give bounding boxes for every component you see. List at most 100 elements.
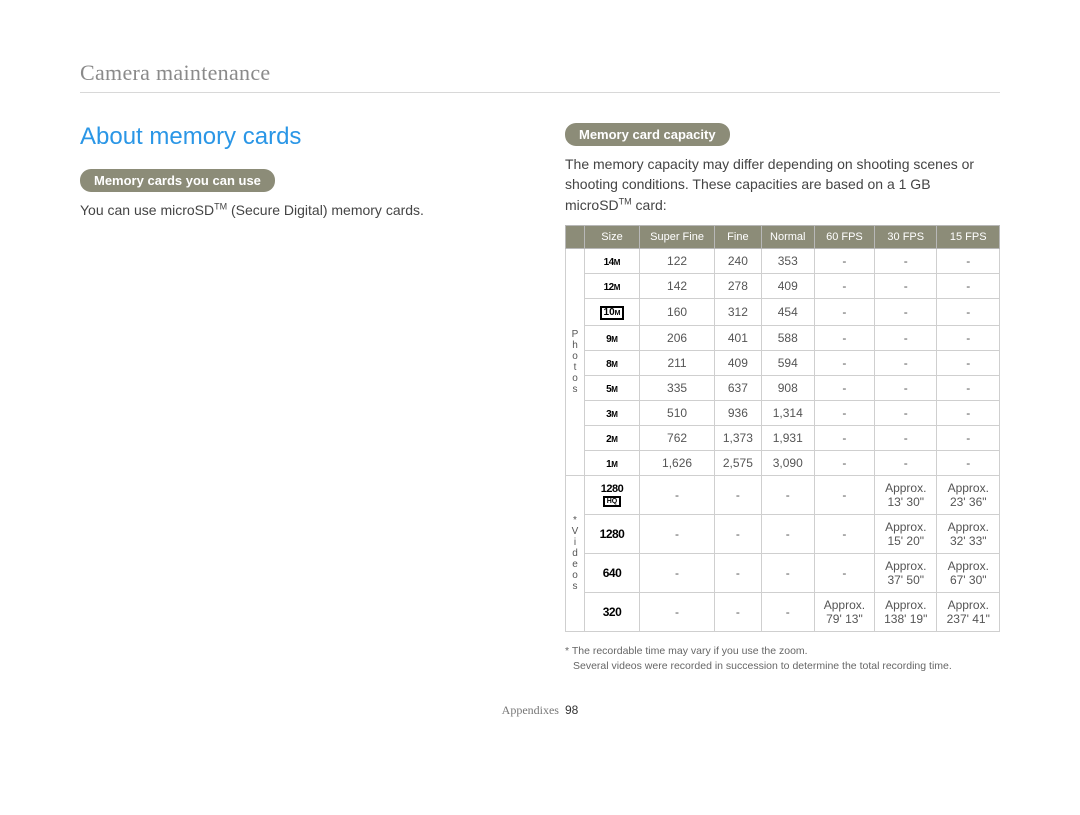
cell: 1,373 — [715, 425, 762, 450]
cell: - — [640, 475, 715, 514]
cell: - — [937, 450, 1000, 475]
table-row: 5M335637908--- — [566, 375, 1000, 400]
cell: - — [761, 514, 814, 553]
cell: - — [875, 400, 937, 425]
section-pill-usable-cards: Memory cards you can use — [80, 169, 275, 192]
cell: - — [814, 350, 874, 375]
table-row: 12M142278409--- — [566, 273, 1000, 298]
usable-cards-body: You can use microSDTM (Secure Digital) m… — [80, 200, 515, 220]
cell: 637 — [715, 375, 762, 400]
size-icon: 8M — [585, 350, 640, 375]
footnote-line: Several videos were recorded in successi… — [565, 659, 1000, 674]
cell: - — [937, 298, 1000, 325]
size-icon: 640 — [585, 553, 640, 592]
cell: - — [640, 592, 715, 631]
cell: - — [937, 273, 1000, 298]
table-row: 320---Approx.79' 13"Approx.138' 19"Appro… — [566, 592, 1000, 631]
table-header: Size Super Fine Fine Normal 60 FPS 30 FP… — [566, 225, 1000, 248]
cell: 142 — [640, 273, 715, 298]
text: You can use microSD — [80, 202, 214, 218]
cell: - — [937, 375, 1000, 400]
cell: - — [875, 425, 937, 450]
cell: - — [814, 273, 874, 298]
trademark-icon: TM — [214, 201, 227, 211]
table-row: 1M1,6262,5753,090--- — [566, 450, 1000, 475]
table-row: 10M160312454--- — [566, 298, 1000, 325]
photos-label: Photos — [566, 248, 585, 475]
table-row: Photos14M122240353--- — [566, 248, 1000, 273]
cell: - — [937, 325, 1000, 350]
cell: 312 — [715, 298, 762, 325]
cell: - — [715, 475, 762, 514]
col-60fps: 60 FPS — [814, 225, 874, 248]
size-icon: 1280HQ — [585, 475, 640, 514]
cell: - — [875, 375, 937, 400]
cell: Approx.79' 13" — [814, 592, 874, 631]
cell: Approx.23' 36" — [937, 475, 1000, 514]
cell: - — [814, 325, 874, 350]
size-icon: 2M — [585, 425, 640, 450]
cell: 1,314 — [761, 400, 814, 425]
cell: - — [875, 273, 937, 298]
page-title: About memory cards — [80, 123, 515, 151]
cell: - — [761, 553, 814, 592]
cell: - — [715, 514, 762, 553]
cell: 122 — [640, 248, 715, 273]
cell: - — [875, 248, 937, 273]
table-row: 3M5109361,314--- — [566, 400, 1000, 425]
cell: Approx.37' 50" — [875, 553, 937, 592]
col-normal: Normal — [761, 225, 814, 248]
cell: 206 — [640, 325, 715, 350]
cell: Approx.13' 30" — [875, 475, 937, 514]
cell: - — [875, 325, 937, 350]
cell: 762 — [640, 425, 715, 450]
content-columns: About memory cards Memory cards you can … — [80, 123, 1000, 673]
cell: 278 — [715, 273, 762, 298]
cell: - — [761, 475, 814, 514]
col-superfine: Super Fine — [640, 225, 715, 248]
cell: - — [875, 450, 937, 475]
table-row: *Videos1280HQ----Approx.13' 30"Approx.23… — [566, 475, 1000, 514]
cell: - — [937, 350, 1000, 375]
cell: 335 — [640, 375, 715, 400]
cell: 594 — [761, 350, 814, 375]
cell: - — [814, 514, 874, 553]
cell: - — [937, 425, 1000, 450]
cell: - — [814, 553, 874, 592]
cell: - — [761, 592, 814, 631]
cell: 588 — [761, 325, 814, 350]
cell: - — [814, 450, 874, 475]
cell: - — [814, 298, 874, 325]
col-15fps: 15 FPS — [937, 225, 1000, 248]
size-icon: 10M — [585, 298, 640, 325]
size-icon: 1280 — [585, 514, 640, 553]
cell: 353 — [761, 248, 814, 273]
cell: - — [715, 592, 762, 631]
cell: 908 — [761, 375, 814, 400]
cell: Approx.32' 33" — [937, 514, 1000, 553]
capacity-body: The memory capacity may differ depending… — [565, 154, 1000, 215]
footer-section: Appendixes — [502, 703, 559, 717]
cell: 160 — [640, 298, 715, 325]
size-icon: 320 — [585, 592, 640, 631]
cell: 2,575 — [715, 450, 762, 475]
cell: Approx.15' 20" — [875, 514, 937, 553]
cell: 409 — [761, 273, 814, 298]
size-icon: 5M — [585, 375, 640, 400]
footnote: * The recordable time may vary if you us… — [565, 644, 1000, 673]
cell: - — [875, 350, 937, 375]
videos-label: *Videos — [566, 475, 585, 631]
cell: - — [814, 400, 874, 425]
cell: - — [937, 400, 1000, 425]
cell: - — [814, 475, 874, 514]
cell: 401 — [715, 325, 762, 350]
cell: - — [937, 248, 1000, 273]
cell: 936 — [715, 400, 762, 425]
table-row: 9M206401588--- — [566, 325, 1000, 350]
capacity-table: Size Super Fine Fine Normal 60 FPS 30 FP… — [565, 225, 1000, 632]
col-fine: Fine — [715, 225, 762, 248]
table-row: 8M211409594--- — [566, 350, 1000, 375]
cell: Approx.237' 41" — [937, 592, 1000, 631]
size-icon: 14M — [585, 248, 640, 273]
size-icon: 9M — [585, 325, 640, 350]
